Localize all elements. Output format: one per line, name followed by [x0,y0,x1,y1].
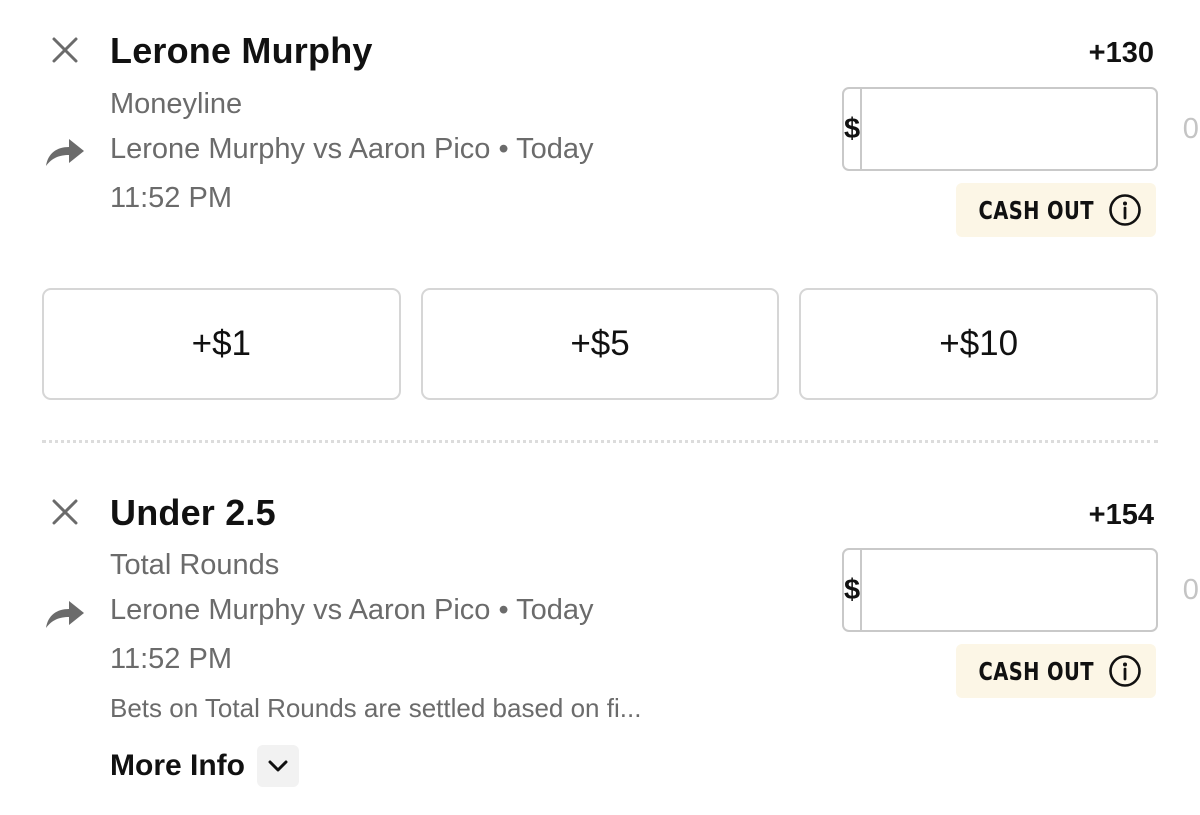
more-info-toggle[interactable]: More Info [110,745,299,787]
bet-time: 11:52 PM [110,643,232,675]
divider [42,440,1158,443]
more-info-label: More Info [110,749,245,782]
quick-stake-buttons: +$1 +$5 +$10 [42,288,1159,400]
bet-odds: +130 [1088,37,1154,69]
remove-bet-close-icon[interactable] [48,495,82,529]
bet-matchup[interactable]: Lerone Murphy vs Aaron Pico • Today [110,133,594,166]
bet-slip-item-2: Under 2.5 +154 Total Rounds Lerone Murph… [0,462,1200,815]
bet-matchup[interactable]: Lerone Murphy vs Aaron Pico • Today [110,594,594,627]
cash-out-label: CASH OUT [978,195,1094,225]
bet-selection-title: Lerone Murphy [110,30,373,71]
quick-stake-1-button[interactable]: +$1 [42,288,401,400]
cash-out-badge[interactable]: CASH OUT [956,183,1156,237]
stake-field[interactable]: $ [842,548,1200,632]
bet-time: 11:52 PM [110,182,232,214]
stake-input[interactable] [862,89,1200,169]
stake-field[interactable]: $ [842,87,1200,171]
quick-stake-5-button[interactable]: +$5 [420,288,780,400]
settlement-note: Bets on Total Rounds are settled based o… [110,693,642,723]
bet-odds: +154 [1088,499,1154,531]
stake-currency: $ [844,550,863,630]
chevron-down-icon[interactable] [257,745,299,787]
stake-currency: $ [844,89,863,169]
stake-input[interactable] [862,550,1200,630]
bet-market: Total Rounds [110,549,280,581]
share-arrow-icon[interactable] [44,598,86,630]
share-arrow-icon[interactable] [44,136,86,168]
cash-out-badge[interactable]: CASH OUT [956,644,1156,698]
info-icon[interactable] [1108,193,1142,227]
cash-out-label: CASH OUT [978,656,1094,686]
info-icon[interactable] [1108,654,1142,688]
remove-bet-close-icon[interactable] [48,33,82,67]
quick-stake-10-button[interactable]: +$10 [799,288,1159,400]
bet-selection-title: Under 2.5 [110,492,276,533]
bet-market: Moneyline [110,88,243,120]
